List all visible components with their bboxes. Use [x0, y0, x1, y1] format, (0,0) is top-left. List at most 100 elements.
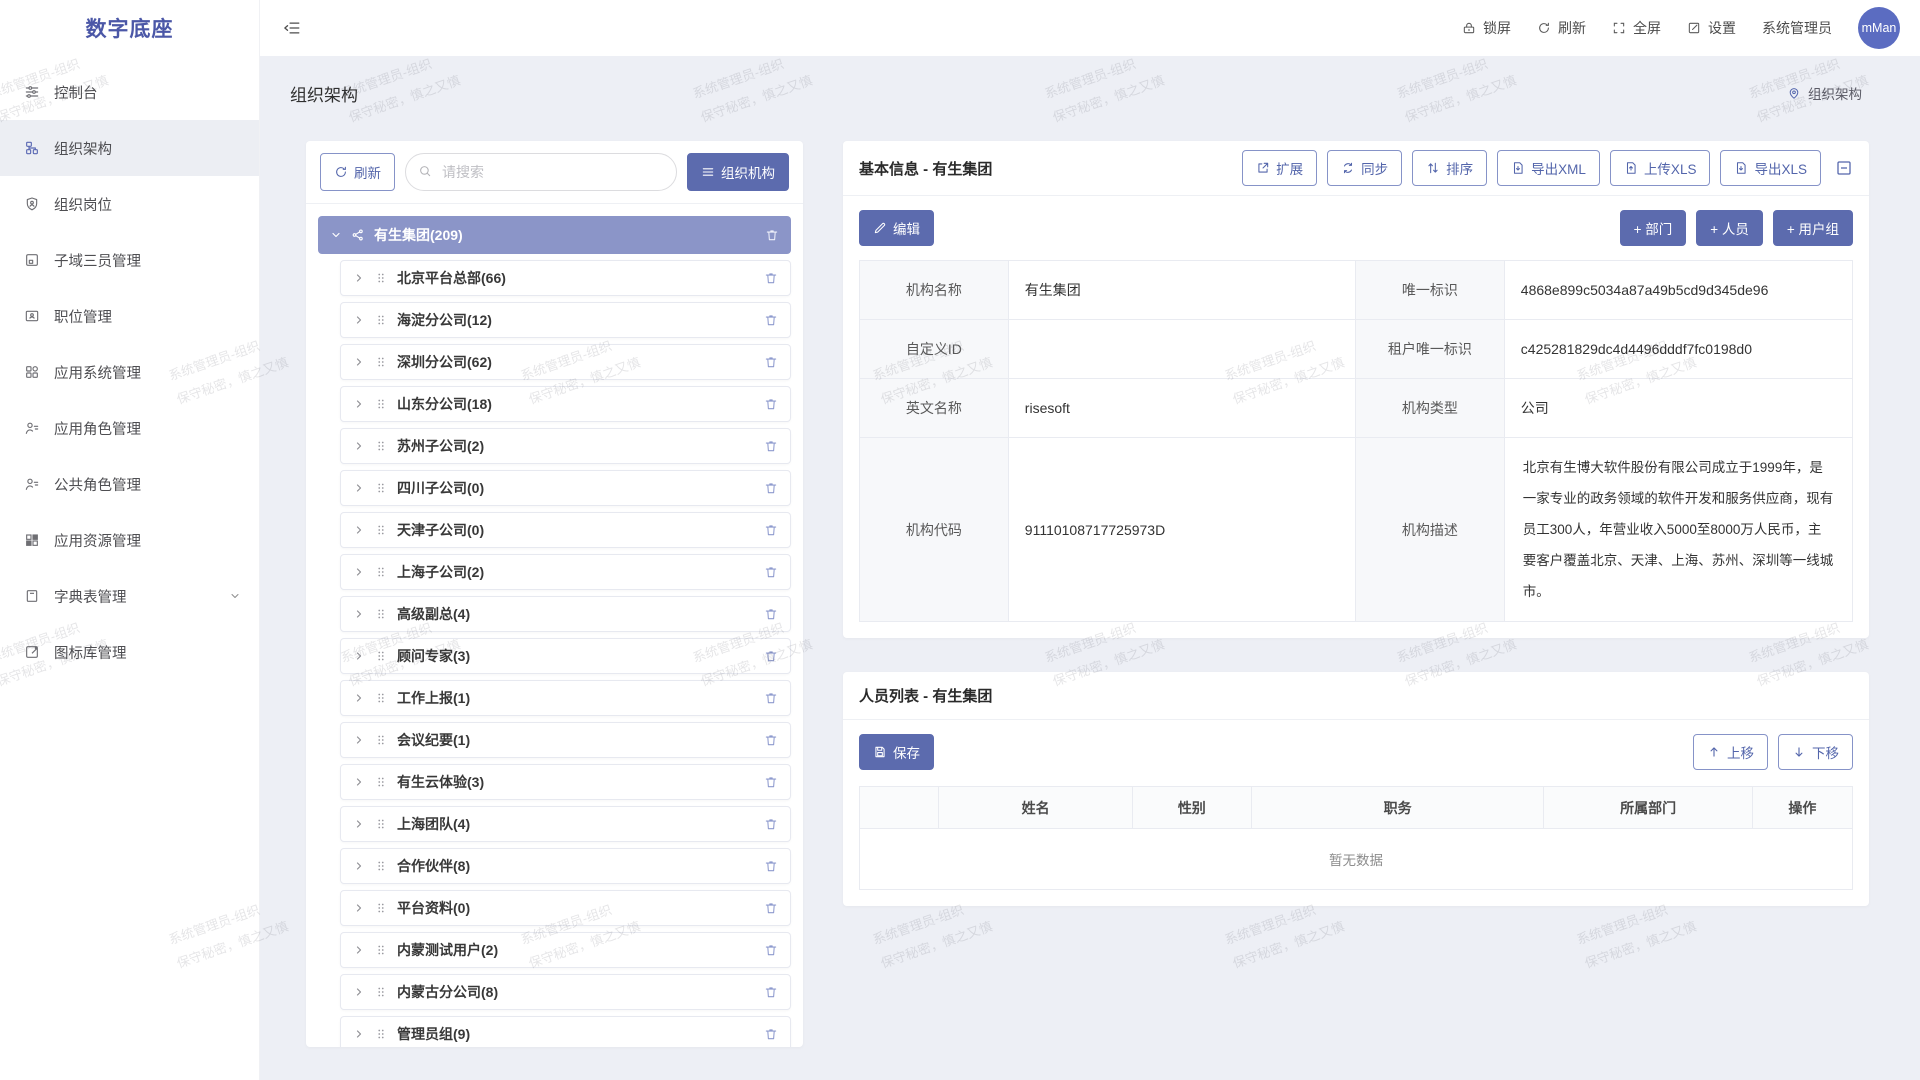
chevron-right-icon[interactable]	[353, 818, 365, 830]
sidebar-item-dictionary[interactable]: 字典表管理	[0, 568, 259, 624]
trash-icon[interactable]	[764, 1027, 778, 1041]
chevron-right-icon[interactable]	[353, 776, 365, 788]
drag-handle-icon[interactable]	[374, 901, 388, 915]
drag-handle-icon[interactable]	[374, 859, 388, 873]
export-xls-button[interactable]: 导出XLS	[1720, 150, 1821, 186]
trash-icon[interactable]	[764, 565, 778, 579]
tree-item[interactable]: 管理员组(9)	[340, 1016, 791, 1047]
menu-fold-icon[interactable]	[283, 19, 301, 37]
sort-button[interactable]: 排序	[1412, 150, 1487, 186]
drag-handle-icon[interactable]	[374, 607, 388, 621]
tree-item[interactable]: 上海子公司(2)	[340, 554, 791, 590]
drag-handle-icon[interactable]	[374, 1027, 388, 1041]
trash-icon[interactable]	[764, 985, 778, 999]
sidebar-item-subdomain[interactable]: 子域三员管理	[0, 232, 259, 288]
sidebar-item-console[interactable]: 控制台	[0, 64, 259, 120]
sidebar-item-position[interactable]: 职位管理	[0, 288, 259, 344]
chevron-right-icon[interactable]	[353, 986, 365, 998]
chevron-right-icon[interactable]	[353, 692, 365, 704]
chevron-right-icon[interactable]	[353, 398, 365, 410]
trash-icon[interactable]	[764, 859, 778, 873]
tree-item[interactable]: 四川子公司(0)	[340, 470, 791, 506]
drag-handle-icon[interactable]	[374, 355, 388, 369]
tree-item[interactable]: 海淀分公司(12)	[340, 302, 791, 338]
refresh-button[interactable]: 刷新	[1537, 18, 1586, 38]
drag-handle-icon[interactable]	[374, 649, 388, 663]
trash-icon[interactable]	[764, 523, 778, 537]
drag-handle-icon[interactable]	[374, 985, 388, 999]
tree-refresh-button[interactable]: 刷新	[320, 153, 395, 191]
trash-icon[interactable]	[764, 817, 778, 831]
chevron-right-icon[interactable]	[353, 272, 365, 284]
drag-handle-icon[interactable]	[374, 439, 388, 453]
sidebar-item-icon-library[interactable]: 图标库管理	[0, 624, 259, 680]
avatar[interactable]: mMan	[1858, 7, 1900, 49]
tree-item[interactable]: 北京平台总部(66)	[340, 260, 791, 296]
tree-item[interactable]: 高级副总(4)	[340, 596, 791, 632]
tree-item[interactable]: 内蒙古分公司(8)	[340, 974, 791, 1010]
chevron-right-icon[interactable]	[353, 440, 365, 452]
org-structure-button[interactable]: 组织机构	[687, 153, 789, 191]
tree-item[interactable]: 会议纪要(1)	[340, 722, 791, 758]
tree-item[interactable]: 天津子公司(0)	[340, 512, 791, 548]
drag-handle-icon[interactable]	[374, 271, 388, 285]
export-xml-button[interactable]: 导出XML	[1497, 150, 1600, 186]
trash-icon[interactable]	[764, 943, 778, 957]
trash-icon[interactable]	[764, 901, 778, 915]
drag-handle-icon[interactable]	[374, 313, 388, 327]
add-user-group-button[interactable]: + 用户组	[1773, 210, 1853, 246]
expand-button[interactable]: 扩展	[1242, 150, 1317, 186]
fullscreen-button[interactable]: 全屏	[1612, 18, 1661, 38]
trash-icon[interactable]	[765, 228, 779, 242]
chevron-down-icon[interactable]	[330, 229, 342, 241]
settings-button[interactable]: 设置	[1687, 18, 1736, 38]
sidebar-item-app-system[interactable]: 应用系统管理	[0, 344, 259, 400]
drag-handle-icon[interactable]	[374, 943, 388, 957]
trash-icon[interactable]	[764, 439, 778, 453]
tree-item[interactable]: 工作上报(1)	[340, 680, 791, 716]
sidebar-item-org-structure[interactable]: 组织架构	[0, 120, 259, 176]
tree-root-node[interactable]: 有生集团(209)	[318, 216, 791, 254]
drag-handle-icon[interactable]	[374, 817, 388, 831]
chevron-right-icon[interactable]	[353, 734, 365, 746]
chevron-right-icon[interactable]	[353, 902, 365, 914]
current-user[interactable]: 系统管理员	[1762, 18, 1832, 38]
tree-item[interactable]: 有生云体验(3)	[340, 764, 791, 800]
add-department-button[interactable]: + 部门	[1620, 210, 1687, 246]
collapse-panel-icon[interactable]	[1835, 159, 1853, 177]
tree-item[interactable]: 深圳分公司(62)	[340, 344, 791, 380]
drag-handle-icon[interactable]	[374, 775, 388, 789]
chevron-right-icon[interactable]	[353, 566, 365, 578]
chevron-right-icon[interactable]	[353, 1028, 365, 1040]
tree-item[interactable]: 苏州子公司(2)	[340, 428, 791, 464]
chevron-right-icon[interactable]	[353, 314, 365, 326]
trash-icon[interactable]	[764, 271, 778, 285]
edit-button[interactable]: 编辑	[859, 210, 934, 246]
drag-handle-icon[interactable]	[374, 397, 388, 411]
upload-xls-button[interactable]: 上传XLS	[1610, 150, 1711, 186]
trash-icon[interactable]	[764, 649, 778, 663]
chevron-right-icon[interactable]	[353, 356, 365, 368]
tree-item[interactable]: 顾问专家(3)	[340, 638, 791, 674]
sidebar-item-app-role[interactable]: 应用角色管理	[0, 400, 259, 456]
sync-button[interactable]: 同步	[1327, 150, 1402, 186]
tree-item[interactable]: 上海团队(4)	[340, 806, 791, 842]
chevron-right-icon[interactable]	[353, 524, 365, 536]
sidebar-item-app-resource[interactable]: 应用资源管理	[0, 512, 259, 568]
tree-item[interactable]: 山东分公司(18)	[340, 386, 791, 422]
lock-screen-button[interactable]: 锁屏	[1462, 18, 1511, 38]
tree-item[interactable]: 内蒙测试用户(2)	[340, 932, 791, 968]
trash-icon[interactable]	[764, 355, 778, 369]
add-person-button[interactable]: + 人员	[1696, 210, 1763, 246]
move-up-button[interactable]: 上移	[1693, 734, 1768, 770]
sidebar-item-org-post[interactable]: 组织岗位	[0, 176, 259, 232]
drag-handle-icon[interactable]	[374, 733, 388, 747]
tree-item[interactable]: 合作伙伴(8)	[340, 848, 791, 884]
chevron-right-icon[interactable]	[353, 650, 365, 662]
chevron-right-icon[interactable]	[353, 482, 365, 494]
save-button[interactable]: 保存	[859, 734, 934, 770]
trash-icon[interactable]	[764, 607, 778, 621]
trash-icon[interactable]	[764, 397, 778, 411]
sidebar-item-public-role[interactable]: 公共角色管理	[0, 456, 259, 512]
trash-icon[interactable]	[764, 481, 778, 495]
